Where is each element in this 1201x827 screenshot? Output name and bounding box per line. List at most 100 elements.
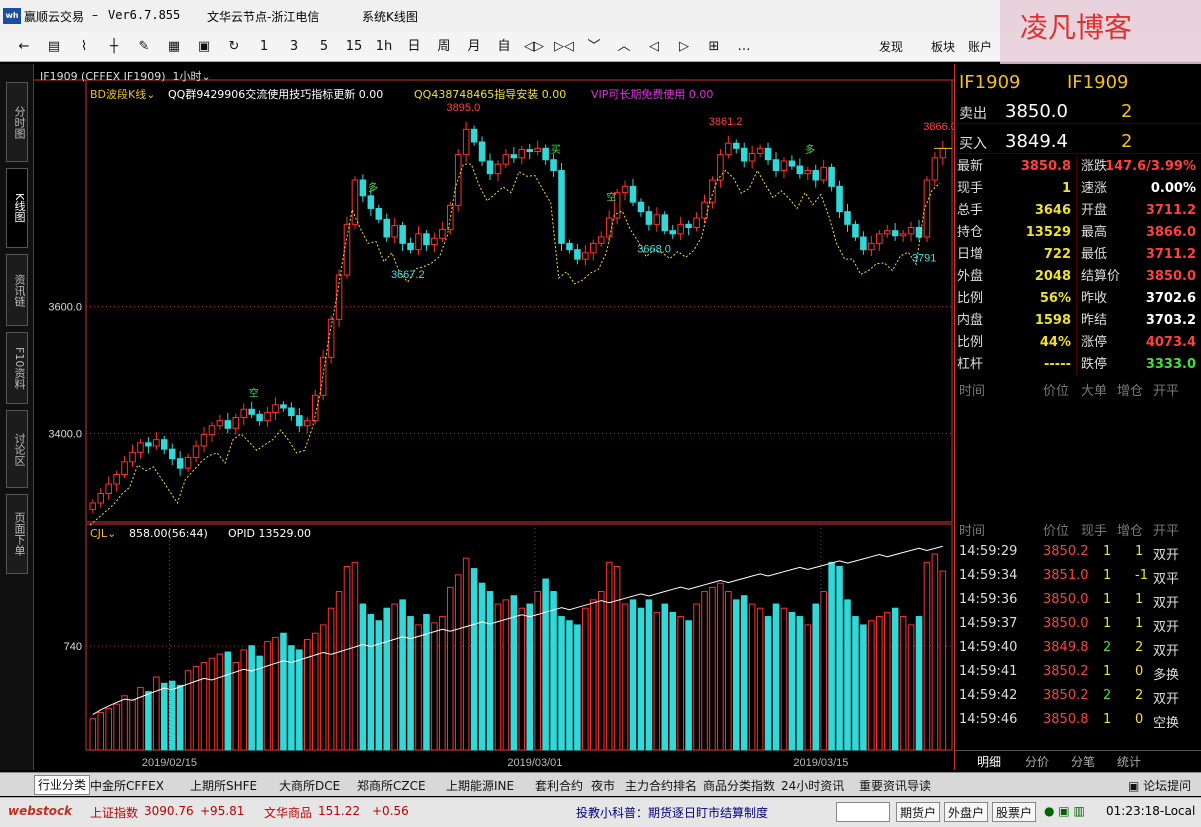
volume-bar xyxy=(780,607,788,751)
refresh-icon[interactable]: ↻ xyxy=(222,38,246,56)
market-tab[interactable]: 大商所DCE xyxy=(279,777,340,794)
volume-bar xyxy=(764,616,772,751)
tab-ticks[interactable]: 分笔 xyxy=(1071,753,1095,770)
x-tick-label: 2019/02/15 xyxy=(142,757,197,769)
candle-body xyxy=(383,218,391,238)
indicator-bd[interactable]: BD波段K线⌄ xyxy=(90,86,155,102)
sh-index-change: +95.81 xyxy=(200,804,245,818)
collapse-icon[interactable]: ▷◁ xyxy=(552,38,576,56)
volume-bar xyxy=(359,603,367,751)
volume-bar xyxy=(447,586,454,751)
tab-news-chain[interactable]: 资讯链 xyxy=(6,254,28,326)
next-icon[interactable]: ▷ xyxy=(672,38,696,56)
market-tab[interactable]: 上期所SHFE xyxy=(190,777,257,794)
market-tab[interactable]: 商品分类指数 xyxy=(703,777,775,794)
tab-kline[interactable]: K线图 xyxy=(6,168,28,248)
volume-bar xyxy=(415,624,422,751)
chevron-down-icon[interactable]: ﹀ xyxy=(582,38,606,56)
market-tab[interactable]: 中金所CFFEX xyxy=(90,777,164,794)
volume-bar xyxy=(121,695,128,751)
period-3[interactable]: 3 xyxy=(282,38,306,56)
status-icons: ● ▣ ▥ xyxy=(1044,804,1085,818)
brand-logo: webstock xyxy=(8,804,73,818)
volume-bar xyxy=(89,718,97,751)
save-icon[interactable]: ▣ xyxy=(192,38,216,56)
tab-price-dist[interactable]: 分价 xyxy=(1025,753,1049,770)
tick-row: 14:59:42 3850.2 2 2 双开 xyxy=(955,684,1201,708)
market-tab[interactable]: 行业分类 xyxy=(34,775,91,795)
pen-icon[interactable]: ✎ xyxy=(132,38,156,56)
signal-label: 多 xyxy=(805,143,815,156)
volume-bar xyxy=(931,553,939,751)
candle-body xyxy=(153,439,160,447)
chevron-down-icon[interactable]: ⌄ xyxy=(202,70,211,83)
chevron-down-icon[interactable]: ⌄ xyxy=(107,527,116,540)
period-5[interactable]: 5 xyxy=(312,38,336,56)
grid-icon[interactable]: ▦ xyxy=(162,38,186,56)
period-1[interactable]: 1 xyxy=(252,38,276,56)
market-tab[interactable]: 24小时资讯 xyxy=(781,777,844,794)
discover-button[interactable]: 发现 xyxy=(879,38,903,55)
tick-type: 双开 xyxy=(1153,692,1180,707)
layout-icon[interactable]: ⊞ xyxy=(702,38,726,56)
tick-volume: 1 xyxy=(1103,664,1112,679)
stock-account-button[interactable]: 股票户 xyxy=(992,802,1037,822)
tab-order[interactable]: 页面下单 xyxy=(6,494,28,574)
tab-stats[interactable]: 统计 xyxy=(1117,753,1141,770)
expand-icon[interactable]: ◁▷ xyxy=(522,38,546,56)
candle-body xyxy=(590,242,597,254)
tick-type: 双开 xyxy=(1153,644,1180,659)
period-month[interactable]: 月 xyxy=(462,38,486,56)
futures-account-button[interactable]: 期货户 xyxy=(896,802,941,822)
tick-time: 14:59:40 xyxy=(959,640,1018,655)
stat-label: 内盘 xyxy=(957,313,984,328)
volume-bar xyxy=(828,561,835,751)
chevron-down-icon[interactable]: ⌄ xyxy=(146,88,155,101)
period-week[interactable]: 周 xyxy=(432,38,456,56)
market-tab[interactable]: 上期能源INE xyxy=(446,777,514,794)
candle-body xyxy=(168,448,176,460)
tab-f10[interactable]: F10资料 xyxy=(6,332,28,404)
market-tab[interactable]: 重要资讯导读 xyxy=(859,777,931,794)
tab-forum[interactable]: 讨论区 xyxy=(6,410,28,488)
candle-body xyxy=(883,230,891,235)
period-15[interactable]: 15 xyxy=(342,38,366,56)
period-1h[interactable]: 1h xyxy=(372,38,396,56)
market-tab[interactable]: 郑商所CZCE xyxy=(357,777,426,794)
tab-timeshare[interactable]: 分时图 xyxy=(6,82,28,162)
ask-row[interactable]: 卖出 3850.0 2 xyxy=(955,100,1201,124)
market-tab[interactable]: 套利合约 xyxy=(535,777,583,794)
market-tab[interactable]: 主力合约排名 xyxy=(625,777,697,794)
list-icon[interactable]: ▤ xyxy=(42,38,66,56)
period-selector[interactable]: 1小时 xyxy=(173,70,202,83)
tab-detail[interactable]: 明细 xyxy=(977,753,1001,770)
back-icon[interactable]: ← xyxy=(12,38,36,56)
custom-period-icon[interactable]: 自 xyxy=(492,38,516,56)
kline-chart[interactable]: 3600.0 3400.0 740 3895.0 3861.2 3866.0 3667.2 3… xyxy=(34,64,954,770)
kline-icon[interactable]: ┼ xyxy=(102,38,126,56)
market-tab[interactable]: 夜市 xyxy=(591,777,615,794)
volume-bar xyxy=(319,624,327,751)
period-day[interactable]: 日 xyxy=(402,38,426,56)
sector-button[interactable]: 板块 xyxy=(931,38,955,55)
forum-button[interactable]: ▣ 论坛提问 xyxy=(1128,777,1191,794)
account-button[interactable]: 账户 xyxy=(968,38,992,55)
line-chart-icon[interactable]: ⌇ xyxy=(72,38,96,56)
volume-bar xyxy=(105,707,112,751)
bid-row[interactable]: 买入 3849.4 2 xyxy=(955,130,1201,154)
volume-bar xyxy=(113,703,120,751)
search-input[interactable] xyxy=(836,802,890,822)
server-node[interactable]: 文华云节点-浙江电信 xyxy=(207,8,319,25)
stat-left: 外盘 2048 xyxy=(957,266,1075,288)
edu-tip[interactable]: 投教小科普：期货逐日盯市结算制度 xyxy=(576,804,768,821)
chevron-up-icon[interactable]: ︿ xyxy=(612,38,636,56)
vol-indicator[interactable]: CJL⌄ xyxy=(90,527,116,540)
prev-icon[interactable]: ◁ xyxy=(642,38,666,56)
candle-body xyxy=(780,160,788,171)
stat-value: 3850.0 xyxy=(1145,269,1196,284)
indicator-qq2: QQ438748465指导安装 0.00 xyxy=(414,88,567,101)
foreign-account-button[interactable]: 外盘户 xyxy=(944,802,989,822)
chart-area[interactable]: 3600.0 3400.0 740 3895.0 3861.2 3866.0 3667.2 3… xyxy=(34,64,954,770)
stat-label: 开盘 xyxy=(1081,203,1108,218)
more-icon[interactable]: … xyxy=(732,38,756,56)
